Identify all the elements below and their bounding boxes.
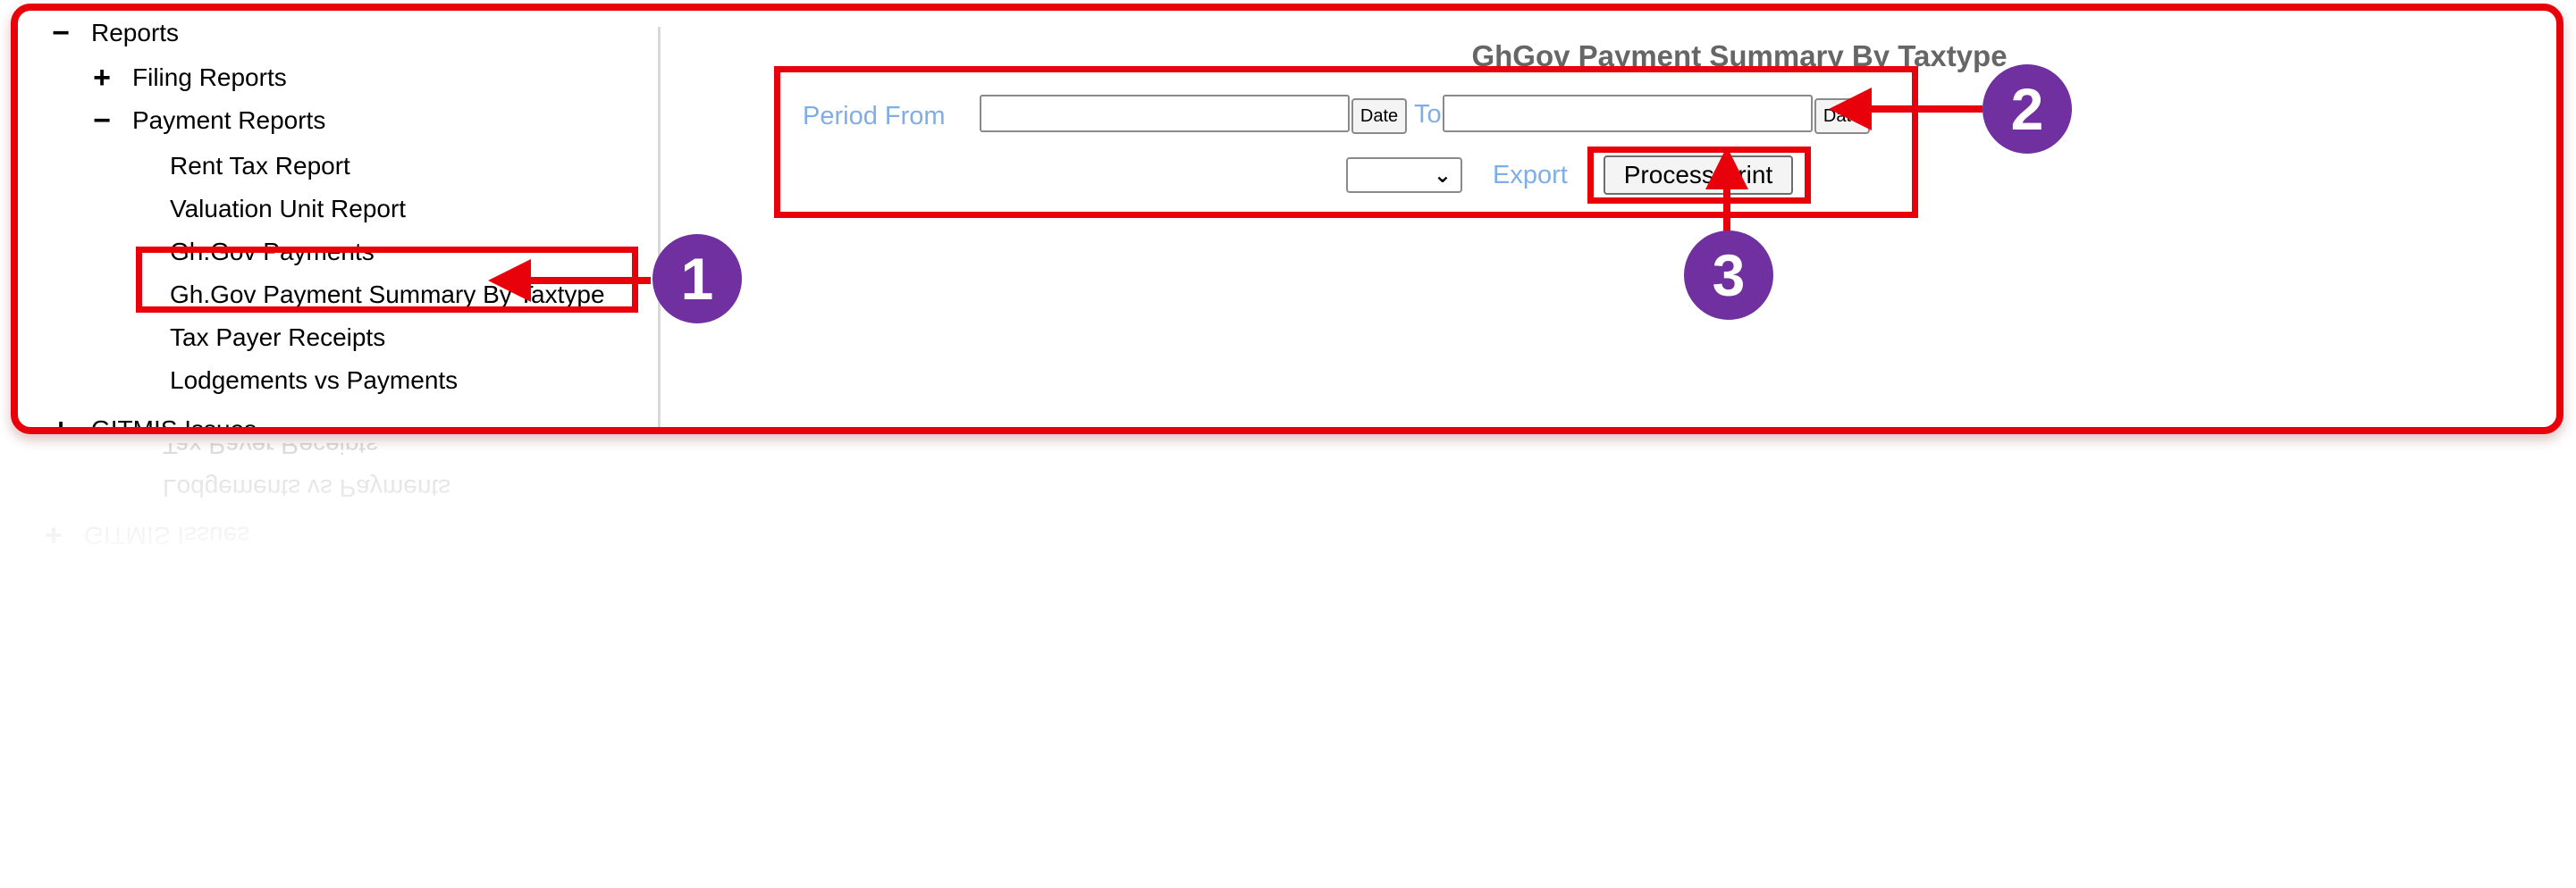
tree-item-rent-tax-report[interactable]: Rent Tax Report [170,152,350,180]
report-parameters-panel: GhGov Payment Summary By Taxtype [661,11,2556,427]
chevron-down-icon: ⌄ [1433,163,1452,188]
period-from-date-button[interactable]: Date [1351,98,1407,134]
period-to-input[interactable] [1443,95,1813,132]
period-to-date-button[interactable]: Date [1814,98,1870,134]
report-tree-sidebar: − Reports + Filing Reports − Payment Rep… [18,11,654,427]
reflection-tax-payer-receipts: Tax Payer Receipts [163,443,378,459]
plus-icon: + [45,518,63,552]
minus-icon[interactable]: − [84,105,120,136]
to-label: To [1414,100,1442,129]
period-from-input[interactable] [980,95,1350,132]
tree-item-label[interactable]: Filing Reports [132,63,287,92]
tree-item-label[interactable]: Payment Reports [132,106,325,135]
tree-item-label[interactable]: Gh.Gov Payment Summary By Taxtype [170,281,605,309]
reflection-gitmis-issues: + GITMIS Issues [36,518,250,552]
process-print-button[interactable]: Process Print [1604,155,1793,195]
tree-item-ghgov-payments[interactable]: Gh.Gov Payments [170,238,375,266]
panel-divider [658,27,661,427]
period-from-label: Period From [803,102,946,130]
decorative-reflection: + GITMIS Issues Lodgements vs Payments T… [11,443,2563,568]
tree-item-label[interactable]: Rent Tax Report [170,152,350,180]
export-label: Export [1493,161,1568,189]
reflection-label: Lodgements vs Payments [163,474,451,502]
reflection-lodgements: Lodgements vs Payments [163,473,450,502]
tree-item-label[interactable]: Gh.Gov Payments [170,238,375,266]
tree-item-ghgov-summary-by-taxtype[interactable]: Gh.Gov Payment Summary By Taxtype [170,281,605,309]
step-3-badge: 3 [1684,230,1773,320]
tree-item-label[interactable]: Tax Payer Receipts [170,323,385,352]
tree-item-label[interactable]: Lodgements vs Payments [170,366,458,395]
tree-item-gitmis-issues[interactable]: + GITMIS Issues [43,415,257,427]
tree-item-tax-payer-receipts[interactable]: Tax Payer Receipts [170,323,385,352]
plus-icon[interactable]: + [84,63,120,93]
tree-item-payment-reports[interactable]: − Payment Reports [84,105,325,136]
tree-item-label[interactable]: Reports [91,19,179,47]
export-format-select[interactable]: ⌄ [1346,157,1462,193]
tree-item-filing-reports[interactable]: + Filing Reports [84,63,287,93]
reflection-label: GITMIS Issues [84,522,250,549]
step-1-badge: 1 [652,234,742,323]
tree-item-label[interactable]: GITMIS Issues [91,415,257,427]
tree-item-lodgements-vs-payments[interactable]: Lodgements vs Payments [170,366,458,395]
tree-item-reports[interactable]: − Reports [43,18,179,48]
plus-icon[interactable]: + [43,415,79,427]
screenshot-frame: − Reports + Filing Reports − Payment Rep… [11,4,2563,434]
tree-item-valuation-unit-report[interactable]: Valuation Unit Report [170,195,406,223]
step-2-badge: 2 [1983,64,2072,154]
tree-item-label[interactable]: Valuation Unit Report [170,195,406,223]
reflection-label: Tax Payer Receipts [163,443,379,459]
minus-icon[interactable]: − [43,18,79,48]
